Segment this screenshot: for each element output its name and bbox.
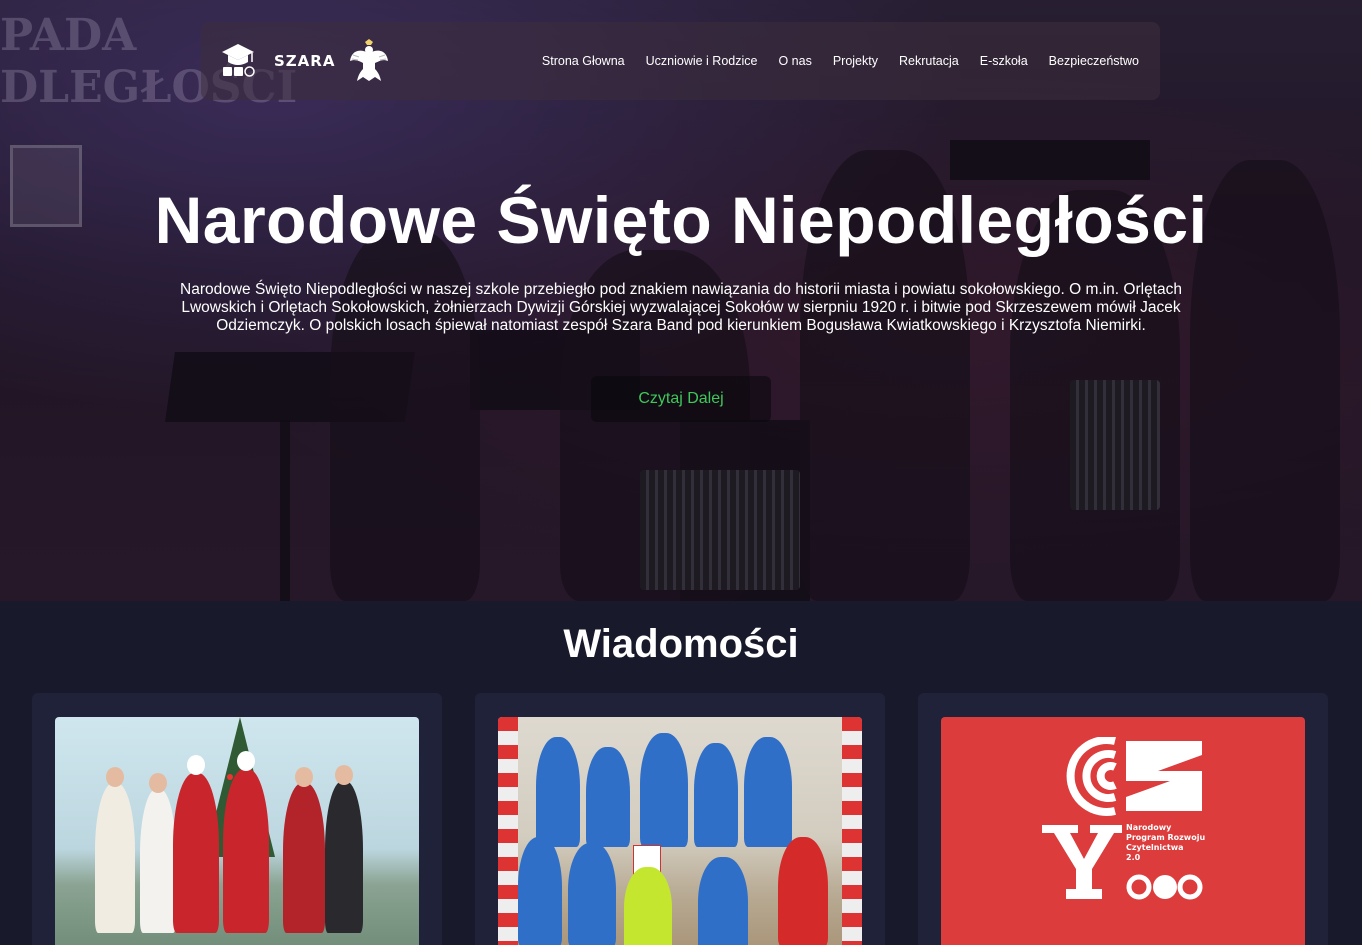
person-head bbox=[149, 773, 167, 793]
person-head bbox=[335, 765, 353, 785]
person bbox=[325, 781, 363, 933]
graduation-cap-icon[interactable] bbox=[220, 40, 256, 80]
goalkeeper bbox=[624, 867, 672, 945]
person-head bbox=[106, 767, 124, 787]
santa-beard bbox=[187, 755, 205, 775]
nprc-logo-text: Narodowy Program Rozwoju Czytelnictwa 2.… bbox=[1126, 823, 1206, 862]
nprc-logo-icon bbox=[1042, 737, 1203, 900]
news-card[interactable] bbox=[32, 693, 442, 945]
read-more-button[interactable]: Czytaj Dalej bbox=[591, 376, 771, 422]
sports-team-photo[interactable] bbox=[498, 717, 862, 945]
santa bbox=[223, 769, 269, 933]
hero-section: PADA DLEGŁOŚCI SZARA Strona Głowna Uczni… bbox=[0, 0, 1362, 601]
player bbox=[640, 733, 688, 847]
person bbox=[95, 783, 135, 933]
player bbox=[586, 747, 630, 847]
news-section-title: Wiadomości bbox=[563, 622, 799, 666]
hero-description: Narodowe Święto Niepodległości w naszej … bbox=[180, 281, 1182, 334]
player bbox=[744, 737, 792, 847]
person-head bbox=[295, 767, 313, 787]
nav-link-strona-glowna[interactable]: Strona Głowna bbox=[542, 54, 625, 68]
player bbox=[698, 857, 748, 945]
nav-link-rekrutacja[interactable]: Rekrutacja bbox=[899, 54, 959, 68]
navbar: SZARA Strona Głowna Uczniowie i Rodzice … bbox=[201, 22, 1160, 100]
santa-beard bbox=[237, 751, 255, 771]
person bbox=[140, 789, 176, 933]
news-card[interactable]: Narodowy Program Rozwoju Czytelnictwa 2.… bbox=[918, 693, 1328, 945]
nav-link-bezpieczenstwo[interactable]: Bezpieczeństwo bbox=[1049, 54, 1139, 68]
polish-eagle-icon[interactable] bbox=[349, 39, 389, 83]
nprc-logo[interactable]: Narodowy Program Rozwoju Czytelnictwa 2.… bbox=[941, 717, 1305, 945]
nav-links: Strona Głowna Uczniowie i Rodzice O nas … bbox=[542, 22, 1139, 100]
player bbox=[536, 737, 580, 847]
player bbox=[568, 843, 616, 945]
nav-link-e-szkola[interactable]: E-szkoła bbox=[980, 54, 1028, 68]
news-card[interactable] bbox=[475, 693, 885, 945]
goalpost bbox=[498, 717, 518, 945]
goalpost bbox=[842, 717, 862, 945]
player bbox=[518, 837, 562, 945]
santa bbox=[173, 773, 219, 933]
nav-link-o-nas[interactable]: O nas bbox=[778, 54, 811, 68]
player bbox=[694, 743, 738, 847]
school-logo-text[interactable]: SZARA bbox=[274, 52, 335, 70]
nav-link-projekty[interactable]: Projekty bbox=[833, 54, 878, 68]
hero-title: Narodowe Święto Niepodległości bbox=[154, 183, 1208, 257]
nav-link-uczniowie-i-rodzice[interactable]: Uczniowie i Rodzice bbox=[646, 54, 758, 68]
person bbox=[283, 783, 325, 933]
christmas-group-photo[interactable] bbox=[55, 717, 419, 945]
coach bbox=[778, 837, 828, 945]
